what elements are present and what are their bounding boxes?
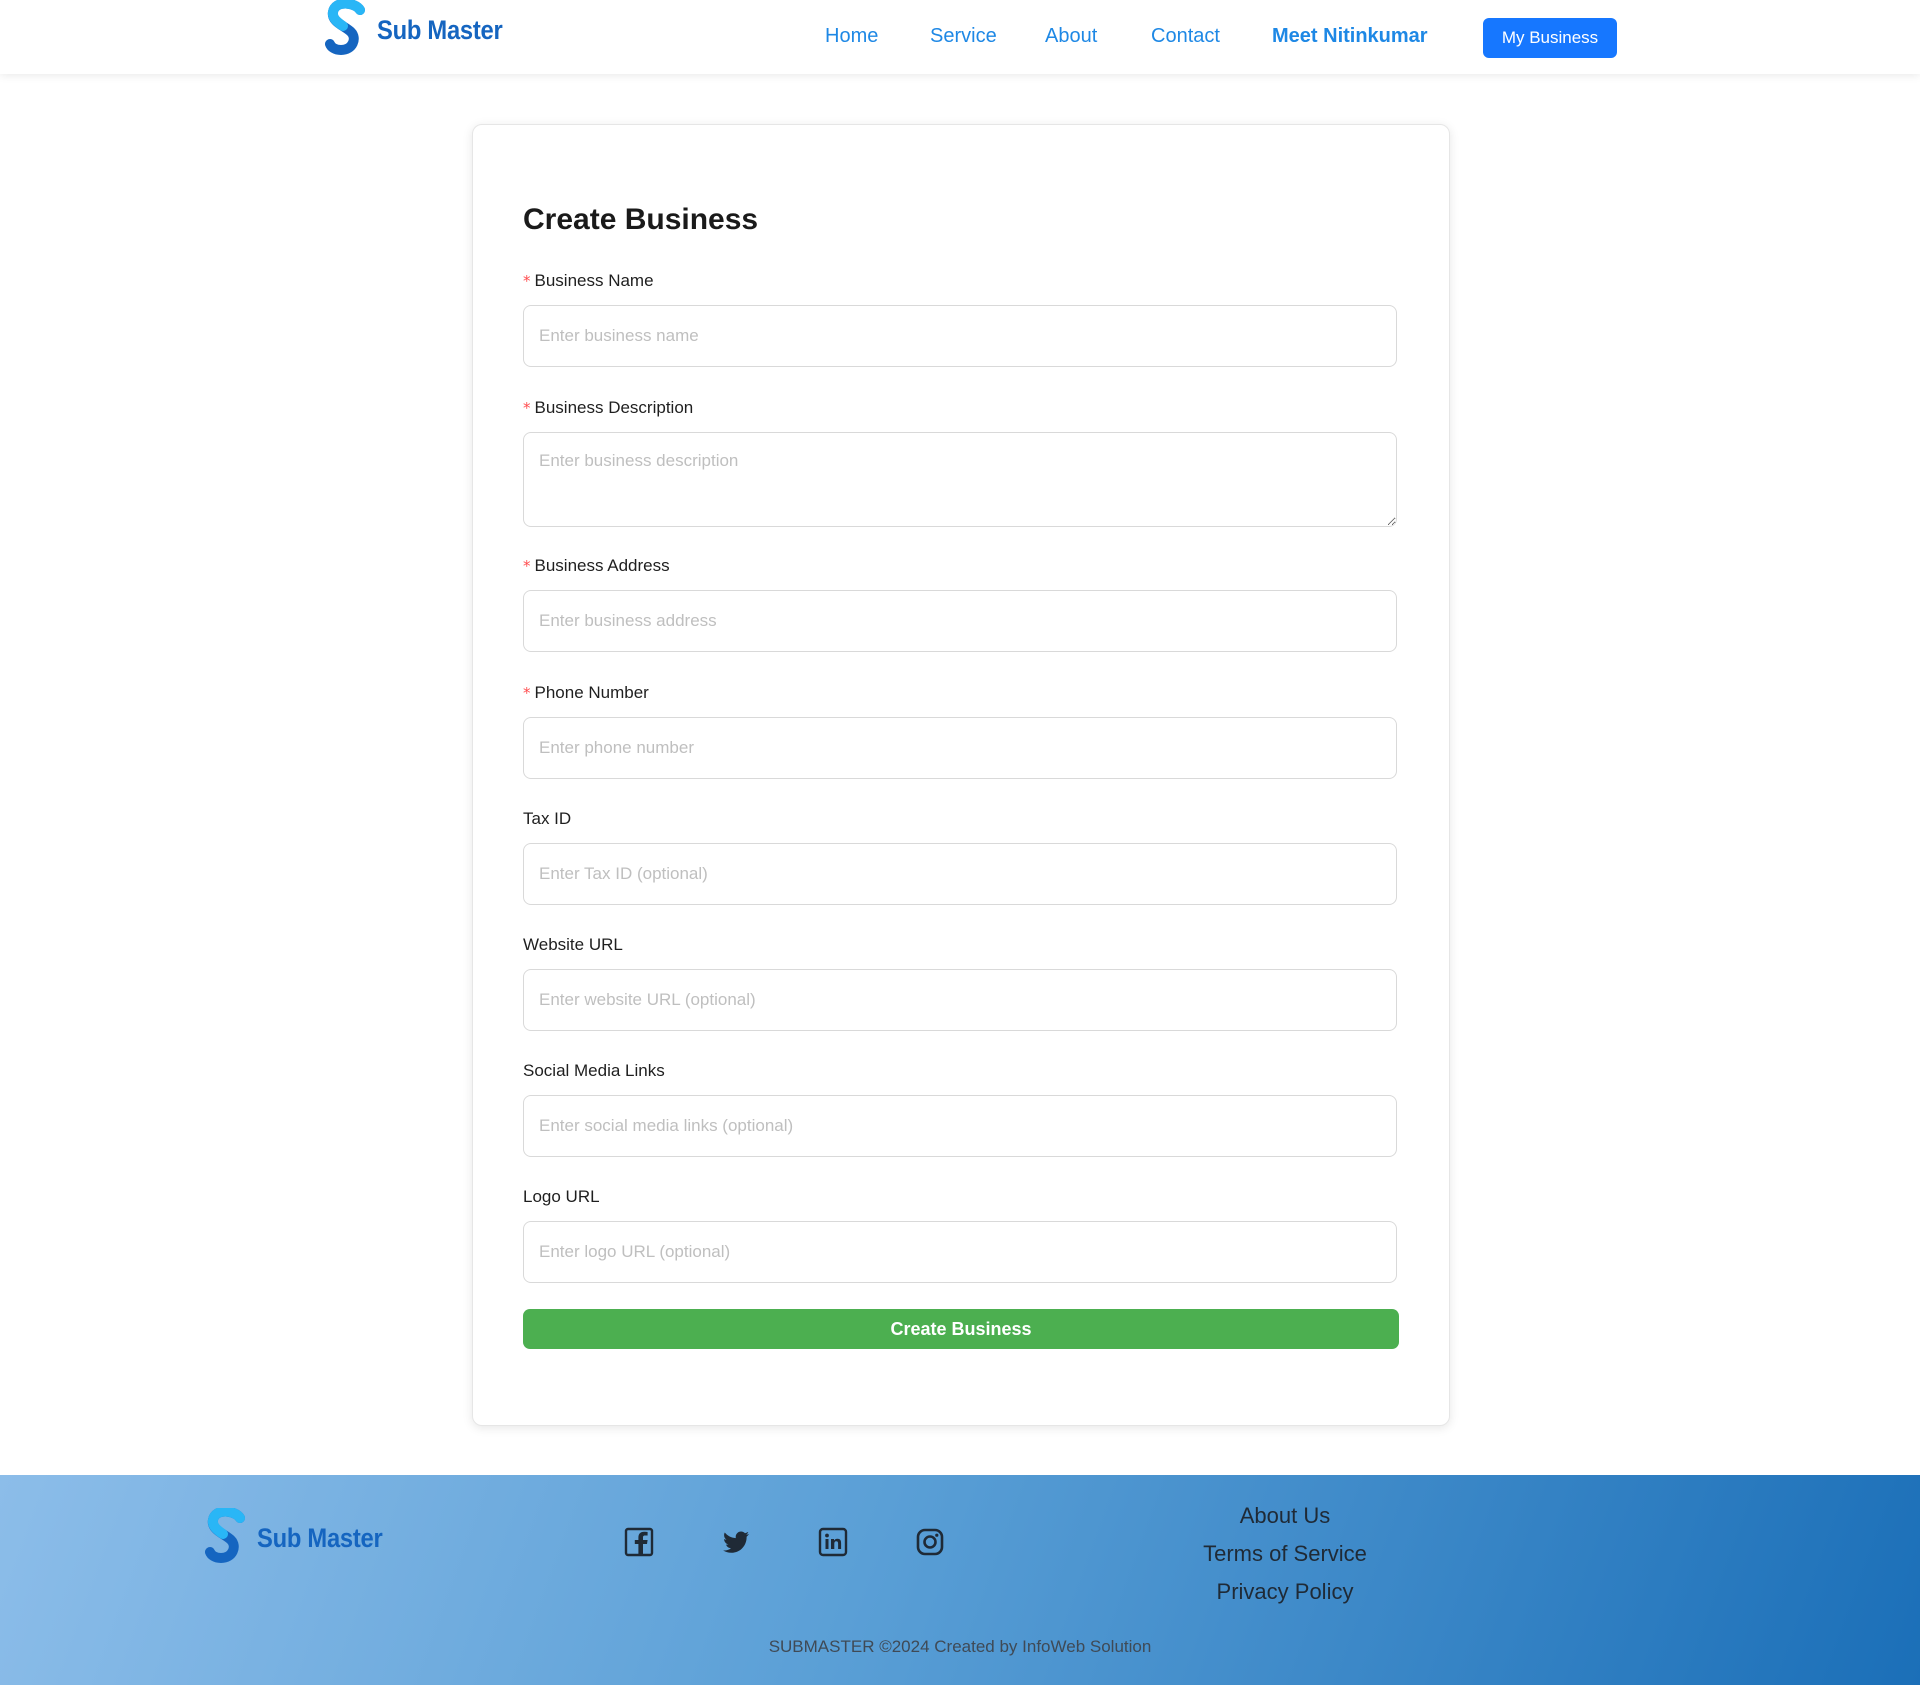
website-url-input[interactable] [523, 969, 1397, 1031]
logo-s-icon [205, 1508, 245, 1564]
label-business-description: * Business Description [523, 398, 694, 417]
business-address-input[interactable] [523, 590, 1397, 652]
label-logo-url: Logo URL [523, 1187, 600, 1206]
main-nav: Home Service About Contact Meet Nitinkum… [0, 0, 1920, 74]
footer-links: About Us Terms of Service Privacy Policy [1150, 1503, 1420, 1617]
my-business-button[interactable]: My Business [1483, 18, 1617, 58]
linkedin-icon[interactable] [818, 1527, 848, 1562]
footer-brand-name: Sub Master [257, 1522, 383, 1553]
required-mark: * [523, 557, 531, 575]
footer-link-terms-of-service[interactable]: Terms of Service [1150, 1541, 1420, 1567]
copyright-text: SUBMASTER ©2024 Created by InfoWeb Solut… [768, 1637, 1152, 1656]
footer-logo[interactable]: Sub Master [205, 1508, 400, 1568]
logo-url-input[interactable] [523, 1221, 1397, 1283]
label-social-media-links: Social Media Links [523, 1061, 665, 1080]
site-header: Sub Master Home Service About Contact Me… [0, 0, 1920, 74]
facebook-icon[interactable] [624, 1527, 654, 1562]
nav-service[interactable]: Service [930, 25, 997, 48]
form-title: Create Business [523, 203, 759, 236]
label-tax-id: Tax ID [523, 809, 572, 828]
nav-contact[interactable]: Contact [1151, 25, 1220, 48]
footer-link-about-us[interactable]: About Us [1150, 1503, 1420, 1529]
required-mark: * [523, 272, 531, 290]
label-business-name: * Business Name [523, 271, 654, 290]
instagram-icon[interactable] [915, 1527, 945, 1562]
create-business-card: Create Business *Business Name *Business… [472, 124, 1450, 1426]
required-mark: * [523, 684, 531, 702]
nav-about[interactable]: About [1045, 25, 1097, 48]
label-business-address: * Business Address [523, 556, 670, 575]
business-description-textarea[interactable] [523, 432, 1397, 527]
label-phone-number: * Phone Number [523, 683, 649, 702]
required-mark: * [523, 399, 531, 417]
label-website-url: Website URL [523, 935, 623, 954]
nav-meet-nitinkumar[interactable]: Meet Nitinkumar [1272, 25, 1428, 48]
phone-number-input[interactable] [523, 717, 1397, 779]
tax-id-input[interactable] [523, 843, 1397, 905]
business-name-input[interactable] [523, 305, 1397, 367]
nav-home[interactable]: Home [825, 25, 878, 48]
site-footer: Sub Master About Us Terms of Service Pri… [0, 1475, 1920, 1685]
footer-link-privacy-policy[interactable]: Privacy Policy [1150, 1579, 1420, 1605]
twitter-icon[interactable] [721, 1527, 751, 1562]
create-business-button[interactable]: Create Business [523, 1309, 1399, 1349]
social-media-links-input[interactable] [523, 1095, 1397, 1157]
